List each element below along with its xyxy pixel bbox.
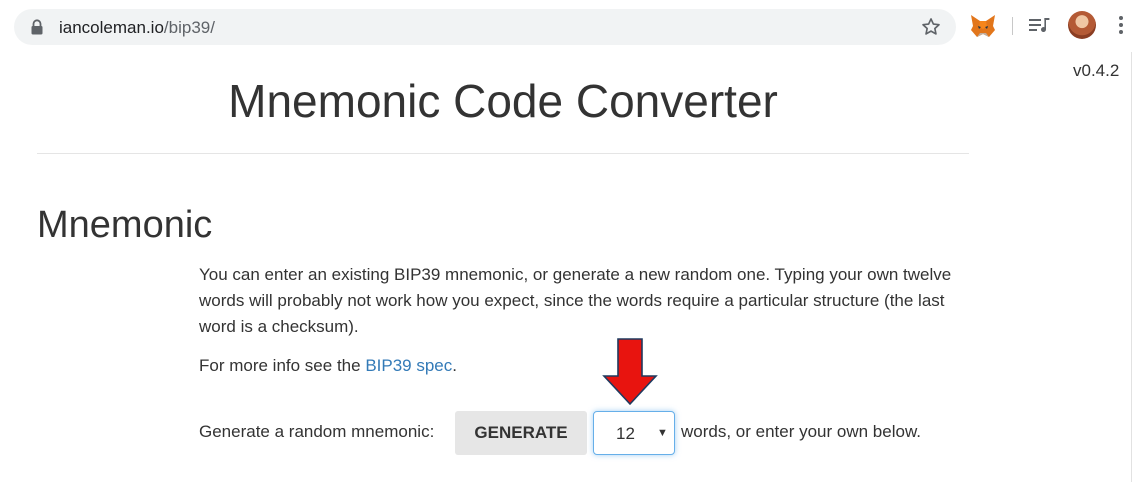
word-count-select[interactable]: 12 ▼ <box>593 411 675 455</box>
toolbar-divider <box>1012 17 1013 35</box>
section-heading-mnemonic: Mnemonic <box>37 204 213 246</box>
page-title: Mnemonic Code Converter <box>228 75 778 127</box>
lock-icon[interactable] <box>30 19 44 35</box>
version-label: v0.4.2 <box>1073 61 1120 80</box>
generate-button[interactable]: GENERATE <box>455 411 587 455</box>
more-info-paragraph: For more info see the BIP39 spec. <box>199 353 959 379</box>
word-count-value: 12 <box>616 424 635 443</box>
page-scrollbar[interactable] <box>1131 52 1132 482</box>
title-divider <box>37 153 969 154</box>
address-url[interactable]: iancoleman.io/bip39/ <box>59 18 215 37</box>
generate-suffix: words, or enter your own below. <box>681 422 922 441</box>
kebab-menu-icon[interactable] <box>1118 16 1124 36</box>
media-control-icon[interactable] <box>1027 15 1051 37</box>
url-path: /bip39/ <box>163 18 215 37</box>
address-bar[interactable]: iancoleman.io/bip39/ <box>14 9 956 45</box>
metamask-fox-icon[interactable] <box>970 14 996 38</box>
chevron-down-icon: ▼ <box>657 427 668 439</box>
avatar[interactable] <box>1068 11 1096 39</box>
more-info-prefix: For more info see the <box>199 356 366 375</box>
more-info-suffix: . <box>452 356 457 375</box>
bip39-spec-link[interactable]: BIP39 spec <box>365 356 452 375</box>
star-icon[interactable] <box>920 16 942 38</box>
url-host: iancoleman.io <box>59 18 164 37</box>
red-arrow-annotation <box>602 338 658 406</box>
browser-toolbar: iancoleman.io/bip39/ <box>0 0 1143 52</box>
intro-paragraph: You can enter an existing BIP39 mnemonic… <box>199 265 952 336</box>
generate-label: Generate a random mnemonic: <box>199 422 435 441</box>
